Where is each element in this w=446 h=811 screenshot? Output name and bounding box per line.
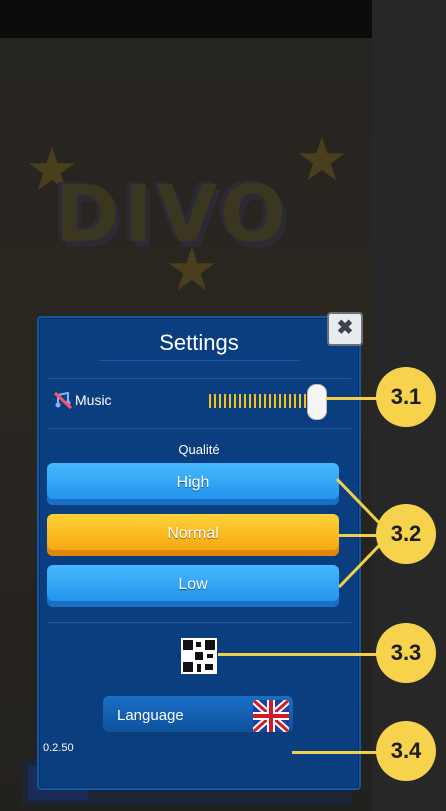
- settings-panel: ✖ Settings Music Qualité High Normal Low: [37, 312, 363, 790]
- quality-low-button[interactable]: Low: [47, 565, 339, 607]
- callout-line: [292, 751, 382, 754]
- music-off-icon[interactable]: [53, 390, 73, 410]
- music-label: Music: [75, 392, 112, 408]
- language-button[interactable]: Language: [103, 696, 293, 736]
- qr-code-icon[interactable]: [181, 638, 217, 674]
- title-underline: [99, 360, 299, 361]
- star-icon: ★: [295, 126, 349, 193]
- version-label: 0.2.50: [43, 742, 74, 754]
- game-logo: ★ ★ ★ DIVO: [25, 130, 355, 300]
- game-screen: ★ ★ ★ DIVO ✖ Settings Music Qualité High…: [0, 0, 372, 811]
- music-volume-slider[interactable]: [209, 384, 329, 420]
- divider: [47, 378, 351, 379]
- music-row: Music: [39, 380, 359, 420]
- callout-badge: 3.3: [376, 623, 436, 683]
- slider-thumb[interactable]: [307, 384, 327, 420]
- status-bar: [0, 0, 372, 38]
- quality-label: Qualité: [178, 442, 220, 457]
- callout-line: [326, 397, 382, 400]
- quality-high-button[interactable]: High: [47, 463, 339, 505]
- divider: [47, 622, 351, 623]
- callout-badge: 3.4: [376, 721, 436, 781]
- panel-title: Settings: [159, 330, 239, 355]
- slider-track: [209, 394, 309, 408]
- language-label: Language: [117, 707, 184, 724]
- logo-lettering: DIVO: [55, 170, 291, 260]
- quality-normal-button[interactable]: Normal: [47, 514, 339, 556]
- divider: [47, 428, 351, 429]
- uk-flag-icon: [253, 700, 289, 732]
- callout-badge: 3.2: [376, 504, 436, 564]
- callout-badge: 3.1: [376, 367, 436, 427]
- callout-line: [218, 653, 380, 656]
